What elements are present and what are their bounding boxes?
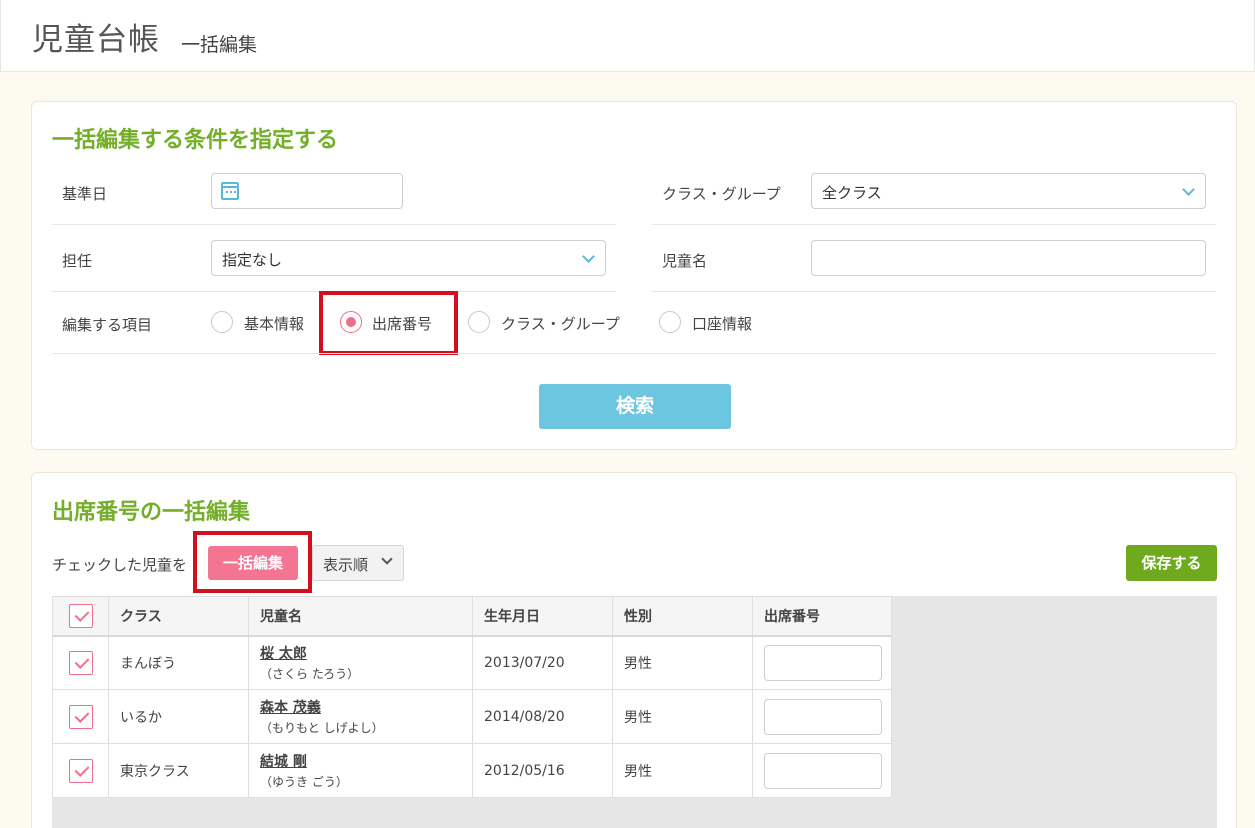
cell-birthday: 2014/08/20 xyxy=(472,689,613,744)
cell-birthday: 2012/05/16 xyxy=(472,743,613,798)
highlight-box xyxy=(319,291,458,355)
teacher-value: 指定なし xyxy=(222,251,283,269)
cell-gender: 男性 xyxy=(612,743,753,798)
base-date-field[interactable] xyxy=(211,173,403,209)
row-checkbox[interactable] xyxy=(68,650,93,675)
cell-attendance-number xyxy=(752,635,892,690)
class-group-select[interactable]: 全クラス xyxy=(811,173,1206,209)
divider xyxy=(652,224,1216,225)
row-checkbox-cell[interactable] xyxy=(52,689,109,744)
table-row: 東京クラス 結城 剛 （ゆうき ごう） 2012/05/16 男性 xyxy=(52,743,892,798)
children-table: クラス 児童名 生年月日 性別 出席番号 まんぼう 桜 太郎 （さくら たろう）… xyxy=(52,596,892,798)
save-button[interactable]: 保存する xyxy=(1126,545,1217,581)
radio-account-info[interactable] xyxy=(659,311,681,333)
divider xyxy=(52,224,616,225)
radio-label-class-group: クラス・グループ xyxy=(501,315,620,333)
display-order-label: 表示順 xyxy=(323,556,369,574)
radio-basic-info[interactable] xyxy=(211,311,233,333)
cell-name: 結城 剛 （ゆうき ごう） xyxy=(248,743,473,798)
attendance-number-input[interactable] xyxy=(764,698,882,735)
cell-name: 森本 茂義 （もりもと しげよし） xyxy=(248,689,473,744)
checked-prefix-label: チェックした児童を xyxy=(52,556,188,574)
cell-birthday: 2013/07/20 xyxy=(472,635,613,690)
cell-gender: 男性 xyxy=(612,689,753,744)
cell-class: いるか xyxy=(108,689,249,744)
select-all-checkbox-cell[interactable] xyxy=(52,596,109,637)
page-subtitle: 一括編集 xyxy=(181,34,258,56)
column-header-gender: 性別 xyxy=(612,596,753,637)
highlight-box xyxy=(193,531,312,593)
table-row: まんぼう 桜 太郎 （さくら たろう） 2013/07/20 男性 xyxy=(52,635,892,690)
cell-class: 東京クラス xyxy=(108,743,249,798)
cell-attendance-number xyxy=(752,743,892,798)
chevron-down-icon xyxy=(582,250,595,263)
column-header-name: 児童名 xyxy=(248,596,473,637)
radio-class-group[interactable] xyxy=(468,311,490,333)
teacher-label: 担任 xyxy=(62,252,93,270)
child-name-kana: （さくら たろう） xyxy=(260,667,360,682)
divider xyxy=(652,291,1216,292)
child-name-link[interactable]: 結城 剛 xyxy=(260,751,472,771)
cell-class: まんぼう xyxy=(108,635,249,690)
class-group-label: クラス・グループ xyxy=(662,185,781,203)
cell-name: 桜 太郎 （さくら たろう） xyxy=(248,635,473,690)
child-name-link[interactable]: 森本 茂義 xyxy=(260,697,472,717)
chevron-down-icon xyxy=(381,553,393,565)
cell-attendance-number xyxy=(752,689,892,744)
chevron-down-icon xyxy=(1182,183,1195,196)
cell-gender: 男性 xyxy=(612,635,753,690)
bulk-edit-title: 出席番号の一括編集 xyxy=(52,500,251,525)
search-button[interactable]: 検索 xyxy=(539,384,731,429)
child-name-link[interactable]: 桜 太郎 xyxy=(260,643,472,663)
select-all-checkbox[interactable] xyxy=(68,603,93,628)
radio-label-basic-info: 基本情報 xyxy=(244,315,305,333)
edit-item-label: 編集する項目 xyxy=(62,316,153,334)
column-header-birthday: 生年月日 xyxy=(472,596,613,637)
row-checkbox-cell[interactable] xyxy=(52,635,109,690)
attendance-number-input[interactable] xyxy=(764,752,882,789)
column-header-class: クラス xyxy=(108,596,249,637)
divider xyxy=(52,353,1216,354)
class-group-value: 全クラス xyxy=(822,184,882,202)
row-checkbox[interactable] xyxy=(68,704,93,729)
conditions-panel: 一括編集する条件を指定する 基準日 クラス・グループ 全クラス 担任 指定なし … xyxy=(31,101,1237,450)
page-title: 児童台帳 xyxy=(32,22,160,58)
teacher-select[interactable]: 指定なし xyxy=(211,240,606,276)
child-name-input[interactable] xyxy=(811,240,1206,276)
table-row: いるか 森本 茂義 （もりもと しげよし） 2014/08/20 男性 xyxy=(52,689,892,744)
display-order-button[interactable]: 表示順 xyxy=(312,545,404,581)
child-name-kana: （ゆうき ごう） xyxy=(260,775,348,789)
table-header-row: クラス 児童名 生年月日 性別 出席番号 xyxy=(52,596,892,637)
attendance-number-input[interactable] xyxy=(764,644,882,681)
radio-label-account-info: 口座情報 xyxy=(692,315,753,333)
child-name-kana: （もりもと しげよし） xyxy=(260,721,384,735)
base-date-label: 基準日 xyxy=(62,185,108,203)
calendar-icon[interactable] xyxy=(221,182,239,200)
row-checkbox-cell[interactable] xyxy=(52,743,109,798)
conditions-title: 一括編集する条件を指定する xyxy=(52,128,339,153)
page-header: 児童台帳 一括編集 xyxy=(0,0,1255,72)
row-checkbox[interactable] xyxy=(68,758,93,783)
child-name-label: 児童名 xyxy=(662,252,708,270)
column-header-attendance-number: 出席番号 xyxy=(752,596,892,637)
bulk-edit-panel: 出席番号の一括編集 チェックした児童を 一括編集 表示順 保存する クラス 児童… xyxy=(31,472,1237,828)
